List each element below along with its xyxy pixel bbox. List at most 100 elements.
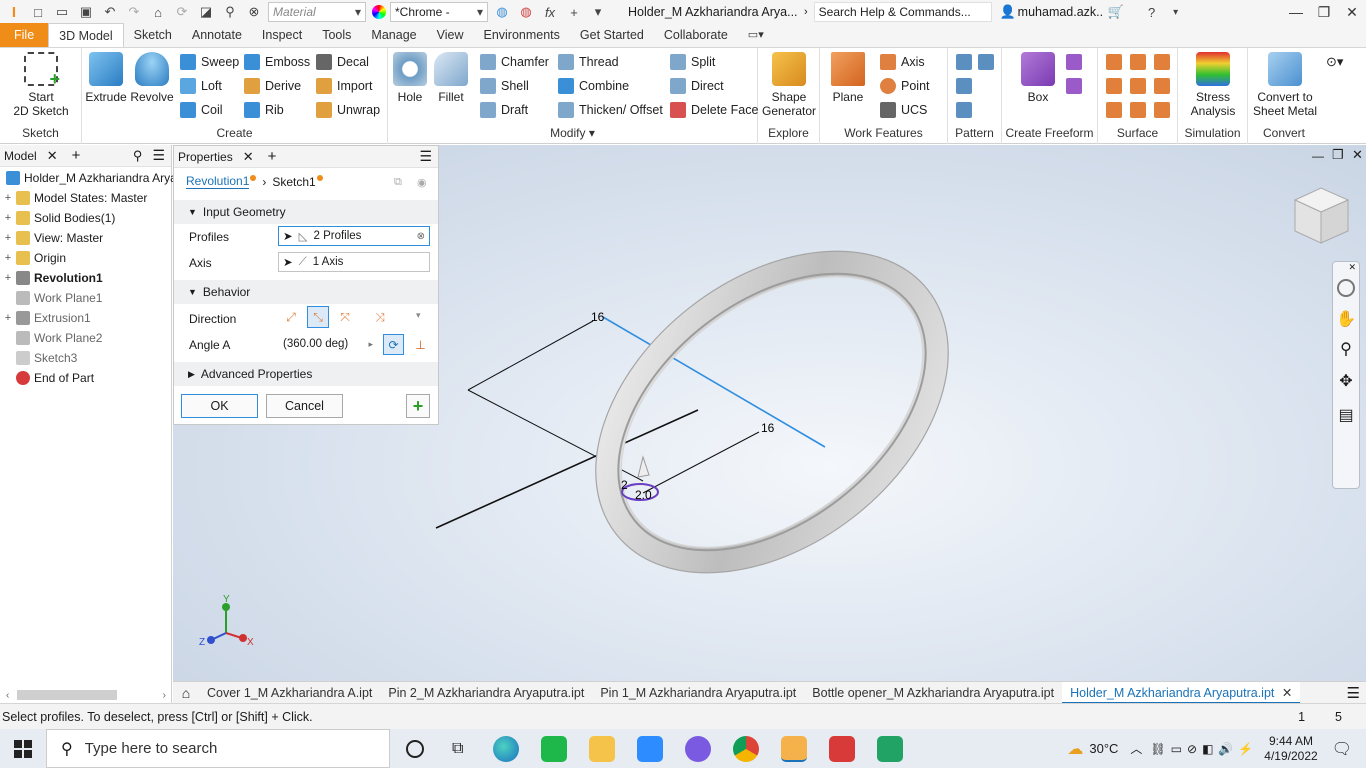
new-file-icon[interactable]: □ bbox=[28, 2, 48, 22]
plus-icon[interactable]: + bbox=[72, 147, 81, 164]
tree-item[interactable]: Sketch3 bbox=[0, 348, 171, 368]
plus-icon[interactable]: + bbox=[564, 2, 584, 22]
thicken-offset-button[interactable]: Thicken/ Offset bbox=[558, 100, 663, 120]
preset-icon[interactable]: ⧉ bbox=[394, 176, 402, 189]
tree-item[interactable]: + View: Master bbox=[0, 228, 171, 248]
split-button[interactable]: Split bbox=[670, 52, 715, 72]
dimension-label[interactable]: 2 bbox=[621, 478, 628, 492]
close-icon[interactable]: ✕ bbox=[1282, 686, 1292, 700]
fx-icon[interactable]: fx bbox=[540, 2, 560, 22]
chamfer-button[interactable]: Chamfer bbox=[480, 52, 549, 72]
fillet-button[interactable]: Fillet bbox=[432, 52, 470, 104]
full-angle-button[interactable]: ⟳ bbox=[383, 334, 404, 355]
box-button[interactable]: Box bbox=[1018, 52, 1058, 104]
input-geometry-section[interactable]: ▼ Input Geometry bbox=[174, 200, 438, 224]
tree-item[interactable]: Work Plane1 bbox=[0, 288, 171, 308]
doc-tab[interactable]: Cover 1_M Azkhariandra A.ipt bbox=[199, 682, 380, 704]
tab-get-started[interactable]: Get Started bbox=[570, 23, 654, 47]
start-2d-sketch-button[interactable]: + Start 2D Sketch bbox=[6, 52, 76, 118]
color-wheel-icon[interactable] bbox=[372, 5, 386, 19]
decal-button[interactable]: Decal bbox=[316, 52, 369, 72]
horizontal-scrollbar[interactable]: ‹ › bbox=[6, 689, 166, 701]
tab-properties[interactable]: Properties bbox=[178, 150, 233, 164]
menu-icon[interactable]: ☰ bbox=[419, 148, 432, 165]
cancel-button[interactable]: Cancel bbox=[266, 394, 343, 418]
temperature[interactable]: 30°C bbox=[1089, 741, 1118, 756]
extend-button[interactable] bbox=[1154, 52, 1175, 72]
apply-plus-button[interactable]: + bbox=[406, 394, 430, 418]
weather-icon[interactable]: ☁ bbox=[1067, 739, 1083, 759]
zoom-app-icon[interactable] bbox=[637, 735, 664, 762]
chevron-down-icon[interactable]: ▾ bbox=[416, 310, 421, 321]
tab-environments[interactable]: Environments bbox=[473, 23, 569, 47]
clear-icon[interactable]: ⊗ bbox=[417, 231, 425, 242]
tree-item[interactable]: + Origin bbox=[0, 248, 171, 268]
tray-chevron-up-icon[interactable]: ︿ bbox=[1130, 740, 1142, 757]
scroll-left-icon[interactable]: ‹ bbox=[6, 690, 9, 701]
viewport-restore-button[interactable]: ❐ bbox=[1332, 147, 1344, 163]
breadcrumb-revolution1[interactable]: Revolution1 bbox=[186, 174, 250, 189]
trim-button[interactable] bbox=[1130, 76, 1151, 96]
axis-selector[interactable]: ➤ ⟋ 1 Axis bbox=[278, 252, 430, 272]
ok-button[interactable]: OK bbox=[181, 394, 258, 418]
adjust-icon[interactable]: ◍ bbox=[516, 2, 536, 22]
sweep-button[interactable]: Sweep bbox=[180, 52, 239, 72]
redo-icon[interactable]: ↷ bbox=[124, 2, 144, 22]
replace-face-button[interactable] bbox=[1154, 100, 1175, 120]
inventor-taskbar-icon[interactable] bbox=[781, 735, 808, 762]
tree-item[interactable]: + Extrusion1 bbox=[0, 308, 171, 328]
open-icon[interactable]: ▭ bbox=[52, 2, 72, 22]
shape-generator-button[interactable]: Shape Generator bbox=[760, 52, 818, 118]
dimension-label[interactable]: 2.0 bbox=[635, 488, 652, 502]
scrollbar-thumb[interactable] bbox=[17, 690, 118, 700]
expand-icon[interactable]: + bbox=[2, 192, 14, 204]
pan-icon[interactable]: ✋ bbox=[1333, 309, 1359, 329]
combine-button[interactable]: Combine bbox=[558, 76, 629, 96]
dimension-label[interactable]: 16 bbox=[761, 421, 775, 435]
direct-button[interactable]: Direct bbox=[670, 76, 724, 96]
import-button[interactable]: Import bbox=[316, 76, 372, 96]
chevron-right-icon[interactable]: ▸ bbox=[368, 339, 373, 350]
ucs-button[interactable]: UCS bbox=[880, 100, 927, 120]
revolve-button[interactable]: Revolve bbox=[130, 52, 174, 104]
expand-icon[interactable]: + bbox=[2, 272, 14, 284]
unwrap-button[interactable]: Unwrap bbox=[316, 100, 380, 120]
clock[interactable]: 9:44 AM 4/19/2022 bbox=[1264, 734, 1317, 764]
select-icon[interactable]: ◪ bbox=[196, 2, 216, 22]
material-icon[interactable]: ⊗ bbox=[244, 2, 264, 22]
convert-sheet-metal-button[interactable]: Convert to Sheet Metal bbox=[1250, 52, 1320, 118]
breadcrumb-sketch1[interactable]: Sketch1 bbox=[272, 175, 315, 189]
expand-icon[interactable]: + bbox=[2, 212, 14, 224]
tab-manage[interactable]: Manage bbox=[361, 23, 426, 47]
dimension-label[interactable]: 16 bbox=[591, 310, 605, 324]
tree-item[interactable]: Work Plane2 bbox=[0, 328, 171, 348]
home-icon[interactable]: ⌂ bbox=[173, 685, 199, 701]
coil-button[interactable]: Coil bbox=[180, 100, 223, 120]
tab-tools[interactable]: Tools bbox=[312, 23, 361, 47]
line-app-icon[interactable] bbox=[541, 735, 568, 762]
clear-appearance-icon[interactable]: ◍ bbox=[492, 2, 512, 22]
zoom-icon[interactable]: ⚲ bbox=[1333, 339, 1359, 359]
windows-start-icon[interactable] bbox=[0, 739, 46, 758]
material-select[interactable]: Material ▾ bbox=[268, 2, 366, 22]
derive-button[interactable]: Derive bbox=[244, 76, 301, 96]
steering-wheel-icon[interactable] bbox=[1337, 279, 1355, 297]
view-cube[interactable] bbox=[1293, 187, 1350, 244]
taskbar-search-box[interactable]: ⚲ Type here to search bbox=[46, 729, 390, 768]
ruled-surface-button[interactable] bbox=[1154, 76, 1175, 96]
draft-button[interactable]: Draft bbox=[480, 100, 528, 120]
update-icon[interactable]: ⟳ bbox=[172, 2, 192, 22]
rib-button[interactable]: Rib bbox=[244, 100, 284, 120]
ribbon-options-button[interactable]: ⊙▾ bbox=[1326, 52, 1343, 72]
tab-model[interactable]: Model bbox=[4, 149, 37, 163]
viewport-minimize-button[interactable]: — bbox=[1312, 149, 1324, 163]
expand-icon[interactable]: + bbox=[2, 232, 14, 244]
tab-file[interactable]: File bbox=[0, 23, 49, 47]
thread-button[interactable]: Thread bbox=[558, 52, 619, 72]
menu-icon[interactable]: ☰ bbox=[152, 147, 165, 164]
tab-3d-model[interactable]: 3D Model bbox=[48, 23, 124, 47]
expand-icon[interactable]: + bbox=[2, 312, 14, 324]
notification-icon[interactable]: 🗨 bbox=[1332, 739, 1352, 759]
shell-button[interactable]: Shell bbox=[480, 76, 529, 96]
doc-tab[interactable]: Bottle opener_M Azkhariandra Aryaputra.i… bbox=[804, 682, 1062, 704]
